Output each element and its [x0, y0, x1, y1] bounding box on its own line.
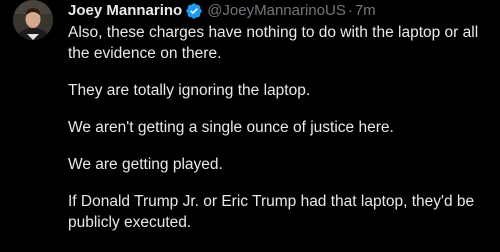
author-display-name[interactable]: Joey Mannarino [68, 1, 182, 21]
tweet-text: Also, these charges have nothing to do w… [68, 22, 488, 233]
verified-badge-icon [185, 2, 203, 20]
tweet-content: Joey Mannarino @JoeyMannarinoUS · 7m Als… [68, 0, 488, 233]
avatar[interactable] [13, 0, 53, 40]
tweet-paragraph: Also, these charges have nothing to do w… [68, 24, 479, 62]
tweet-paragraph: If Donald Trump Jr. or Eric Trump had th… [68, 193, 475, 231]
avatar-image [13, 0, 53, 40]
tweet-paragraph: They are totally ignoring the laptop. [68, 82, 311, 99]
tweet-paragraph: We are getting played. [68, 156, 223, 173]
author-handle[interactable]: @JoeyMannarinoUS [207, 1, 346, 21]
tweet[interactable]: Joey Mannarino @JoeyMannarinoUS · 7m Als… [0, 0, 500, 252]
separator-dot: · [347, 2, 353, 19]
tweet-paragraph: We aren't getting a single ounce of just… [68, 119, 394, 136]
tweet-header: Joey Mannarino @JoeyMannarinoUS · 7m [68, 0, 488, 22]
tweet-timestamp[interactable]: 7m [355, 1, 376, 21]
